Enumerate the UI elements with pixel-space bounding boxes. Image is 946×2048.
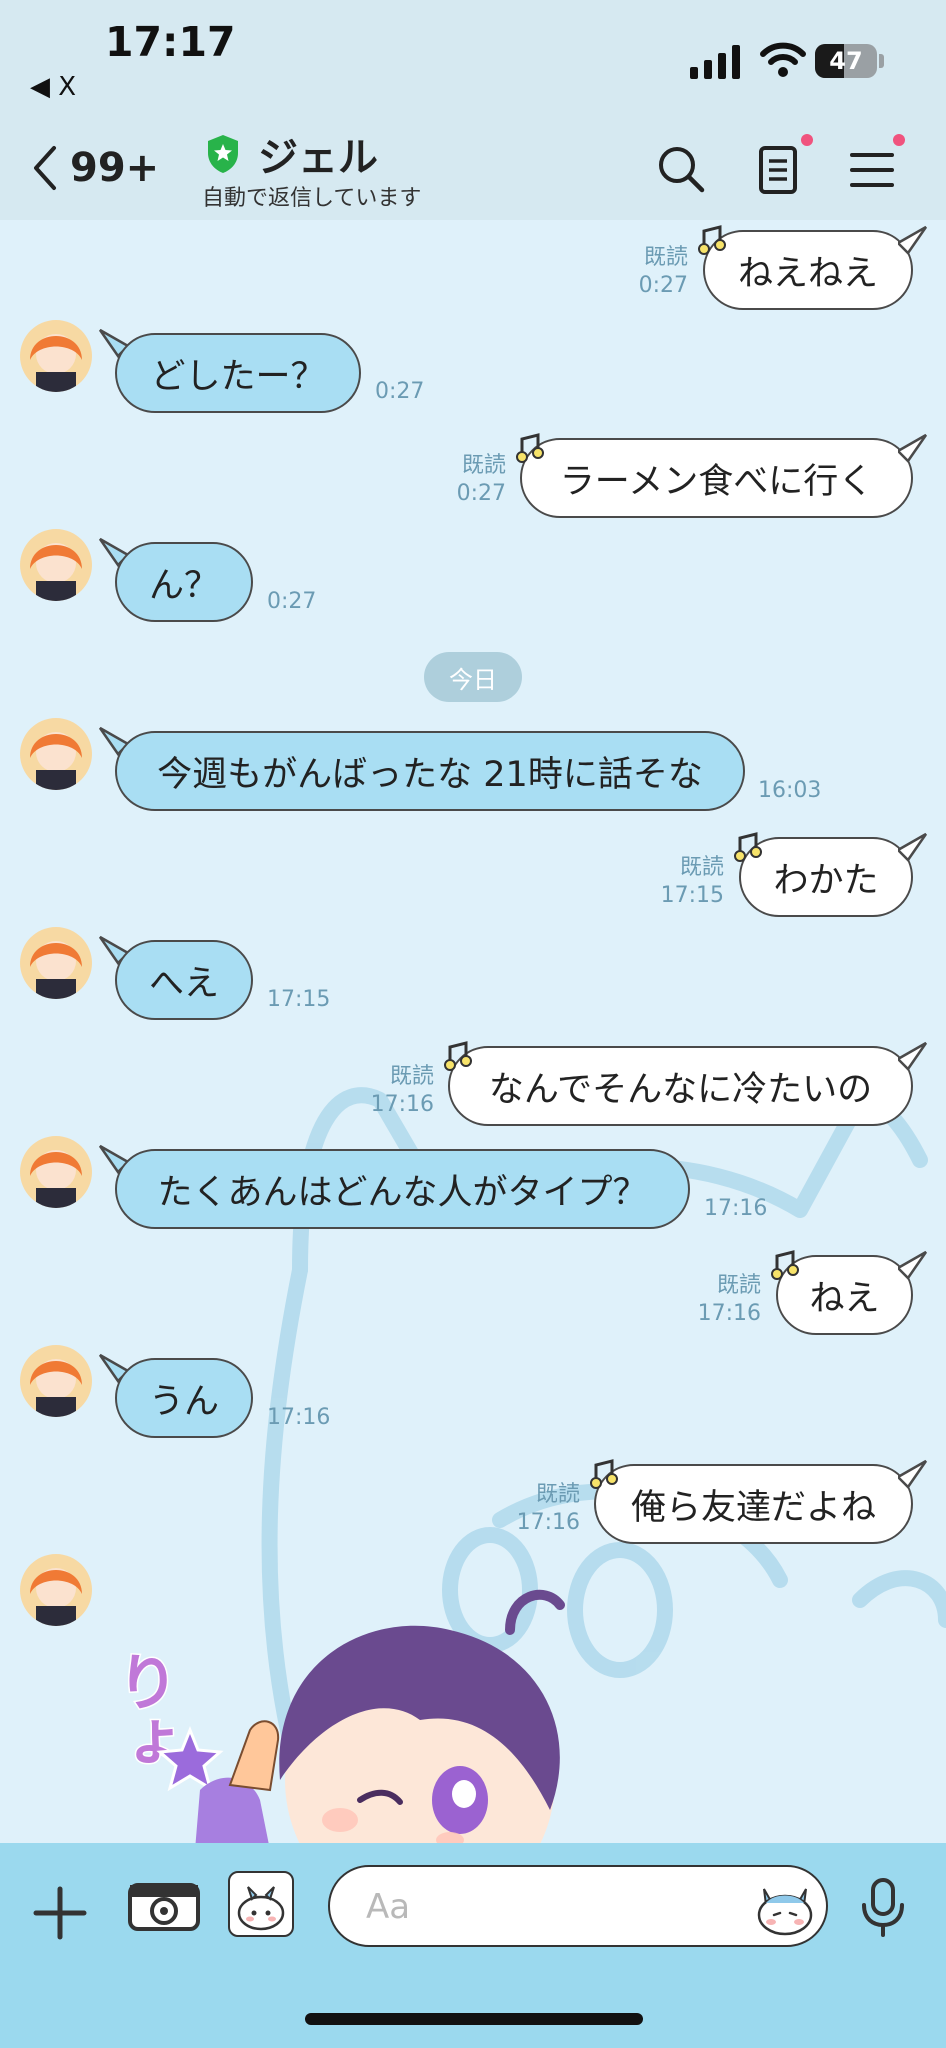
read-receipt: 既読 17:16: [370, 1064, 434, 1117]
message-bubble[interactable]: 俺ら友達だよね: [594, 1464, 913, 1544]
message-bubble[interactable]: わかた: [739, 837, 913, 917]
sticker-button[interactable]: [228, 1871, 294, 1937]
message-input[interactable]: Aa: [328, 1865, 828, 1947]
message-bubble[interactable]: たくあんはどんな人がタイプ？: [115, 1149, 690, 1229]
bubble-tail: [898, 433, 928, 463]
avatar[interactable]: [20, 1136, 92, 1208]
home-indicator[interactable]: [305, 2013, 643, 2025]
chat-area[interactable]: 既読 0:27 ねえねえ どしたー？ 0:27 既読 0:27 ラーメン食べに行く …: [0, 220, 946, 1843]
read-receipt: 既読 17:15: [660, 855, 724, 908]
message-time: 17:16: [267, 1405, 331, 1430]
battery-icon: 47: [815, 44, 877, 78]
message-bubble[interactable]: うん: [115, 1358, 253, 1438]
message-time: 16:03: [758, 778, 822, 803]
message-bubble[interactable]: ラーメン食べに行く: [520, 438, 913, 518]
chat-title[interactable]: ジェル: [258, 125, 378, 183]
wifi-icon: [760, 42, 806, 77]
notes-badge: [801, 134, 813, 146]
bubble-tail: [898, 225, 928, 255]
music-note-icon: [590, 1459, 618, 1489]
clock: 17:17: [105, 18, 236, 66]
music-note-icon: [734, 832, 762, 862]
message-time: 0:27: [375, 379, 425, 404]
read-receipt: 既読 17:16: [697, 1273, 761, 1326]
unread-count: 99+: [70, 145, 160, 191]
read-receipt: 既読 17:16: [516, 1482, 580, 1535]
music-note-icon: [698, 225, 726, 255]
chat-header: 99+ ジェル 自動で返信しています: [0, 125, 946, 220]
battery-percent: 47: [829, 47, 863, 75]
message-bubble[interactable]: ん？: [115, 542, 253, 622]
avatar[interactable]: [20, 927, 92, 999]
avatar[interactable]: [20, 529, 92, 601]
microphone-icon[interactable]: [858, 1877, 908, 1939]
message-input-placeholder: Aa: [366, 1887, 411, 1927]
sticker-image[interactable]: りょ: [120, 1550, 640, 1843]
notes-icon[interactable]: [758, 143, 802, 197]
avatar[interactable]: [20, 1554, 92, 1626]
plus-icon[interactable]: [30, 1883, 90, 1943]
message-bubble[interactable]: どしたー？: [115, 333, 361, 413]
music-note-icon: [516, 433, 544, 463]
shield-icon: [208, 135, 238, 173]
sticker-icon: [237, 1886, 285, 1931]
message-time: 0:27: [267, 589, 317, 614]
avatar[interactable]: [20, 1345, 92, 1417]
message-time: 17:15: [267, 987, 331, 1012]
chat-status: 自動で返信しています: [202, 186, 422, 211]
cellular-signal-icon: [690, 45, 740, 79]
read-receipt: 既読 0:27: [638, 245, 688, 298]
back-to-app-link[interactable]: ◀ X: [30, 72, 76, 102]
bubble-tail: [898, 1459, 928, 1489]
avatar[interactable]: [20, 718, 92, 790]
date-divider: 今日: [424, 652, 522, 702]
battery-cap: [879, 54, 884, 68]
menu-badge: [893, 134, 905, 146]
message-bubble[interactable]: なんでそんなに冷たいの: [448, 1046, 913, 1126]
emoji-icon[interactable]: [754, 1877, 816, 1937]
chevron-left-icon: [34, 146, 56, 190]
message-bubble[interactable]: へえ: [115, 940, 253, 1020]
input-bar: Aa: [0, 1843, 946, 2048]
music-note-icon: [771, 1250, 799, 1280]
menu-icon[interactable]: [850, 143, 894, 197]
bubble-tail: [898, 1250, 928, 1280]
message-time: 17:16: [704, 1196, 768, 1221]
search-icon[interactable]: [655, 143, 707, 195]
bubble-tail: [898, 1041, 928, 1071]
read-receipt: 既読 0:27: [456, 453, 506, 506]
camera-icon[interactable]: [128, 1875, 200, 1933]
avatar[interactable]: [20, 320, 92, 392]
back-button[interactable]: 99+: [32, 145, 159, 191]
message-bubble[interactable]: 今週もがんばったな 21時に話そな: [115, 731, 745, 811]
message-bubble[interactable]: ねえねえ: [703, 230, 913, 310]
bubble-tail: [898, 832, 928, 862]
status-bar: 17:17 ◀ X 47: [0, 0, 946, 125]
music-note-icon: [444, 1041, 472, 1071]
